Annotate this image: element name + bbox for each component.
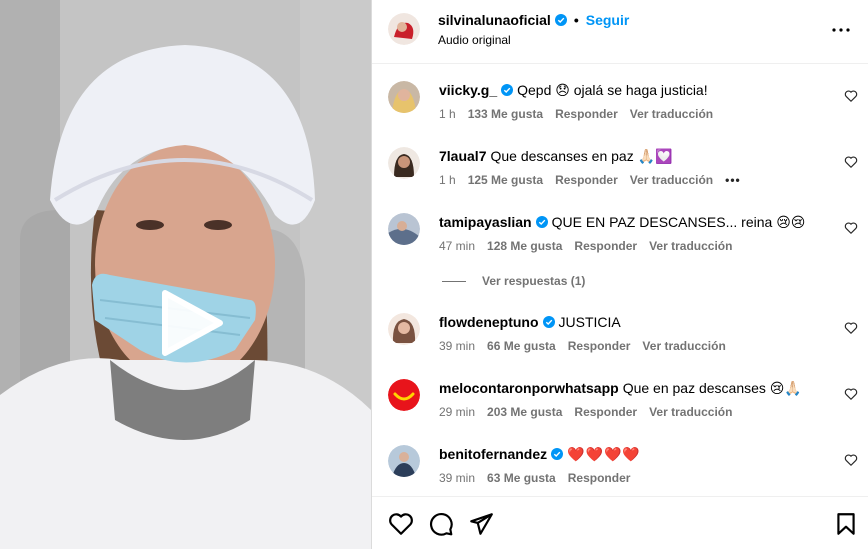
comment-likes[interactable]: 203 Me gusta (487, 405, 562, 419)
comment-meta: 39 min 66 Me gusta Responder Ver traducc… (439, 339, 726, 353)
comment-likes[interactable]: 128 Me gusta (487, 239, 562, 253)
reply-button[interactable]: Responder (574, 239, 637, 253)
comment-text: ❤️❤️❤️❤️ (567, 446, 641, 462)
avatar[interactable] (388, 13, 420, 45)
comment-text: JUSTICIA (558, 314, 621, 330)
comment-username[interactable]: benitofernandez (439, 445, 547, 463)
avatar[interactable] (388, 213, 420, 245)
separator-dot: • (573, 12, 579, 28)
heart-icon[interactable] (844, 321, 858, 335)
comment-text: QUE EN PAZ DESCANSES... reina 😢😢 (551, 214, 806, 230)
comment-time[interactable]: 1 h (439, 107, 456, 121)
heart-icon[interactable] (844, 387, 858, 401)
post-author-username[interactable]: silvinalunaoficial (438, 12, 551, 28)
verified-badge-icon (554, 14, 567, 26)
verified-badge-icon (551, 448, 564, 460)
comment-item: flowdeneptuno JUSTICIA 39 min 66 Me gust… (372, 296, 868, 356)
comment-item: viicky.g_ Qepd 😞 ojalá se haga justicia!… (372, 64, 868, 124)
comment-username[interactable]: tamipayaslian (439, 213, 532, 231)
avatar[interactable] (388, 81, 420, 113)
post-sidebar: silvinalunaoficial • Seguir Audio origin… (371, 0, 868, 549)
heart-icon[interactable] (844, 453, 858, 467)
comment-list[interactable]: viicky.g_ Qepd 😞 ojalá se haga justicia!… (372, 64, 868, 496)
replies-divider (442, 280, 466, 282)
comment-body: melocontaronporwhatsapp Que en paz desca… (439, 379, 802, 397)
comment-time[interactable]: 47 min (439, 239, 475, 253)
reply-button[interactable]: Responder (568, 471, 631, 485)
comment-body: 7laual7 Que descanses en paz 🙏🏻💟 (439, 147, 672, 165)
action-bar (372, 496, 868, 549)
comment-username[interactable]: 7laual7 (439, 147, 486, 165)
translate-button[interactable]: Ver traducción (642, 339, 725, 353)
comment-item: benitofernandez ❤️❤️❤️❤️ 39 min 63 Me gu… (372, 428, 868, 488)
verified-badge-icon (501, 84, 514, 96)
heart-icon[interactable] (844, 221, 858, 235)
comment-likes[interactable]: 66 Me gusta (487, 339, 556, 353)
comment-text: Que descanses en paz 🙏🏻💟 (490, 148, 673, 164)
comment-text: Que en paz descanses 😢🙏🏻 (622, 380, 802, 396)
more-horizontal-icon[interactable] (829, 18, 853, 42)
comment-options-button[interactable]: ••• (725, 173, 741, 187)
post-author-row: silvinalunaoficial • Seguir (438, 12, 629, 28)
reply-button[interactable]: Responder (574, 405, 637, 419)
comment-meta: 39 min 63 Me gusta Responder (439, 471, 630, 485)
comment-meta: 47 min 128 Me gusta Responder Ver traduc… (439, 239, 732, 253)
comment-body: viicky.g_ Qepd 😞 ojalá se haga justicia! (439, 81, 708, 99)
translate-button[interactable]: Ver traducción (649, 405, 732, 419)
comment-item: tamipayaslian QUE EN PAZ DESCANSES... re… (372, 196, 868, 256)
audio-label[interactable]: Audio original (438, 33, 511, 47)
heart-icon[interactable] (844, 155, 858, 169)
translate-button[interactable]: Ver traducción (630, 107, 713, 121)
comment-likes[interactable]: 133 Me gusta (468, 107, 543, 121)
bookmark-icon[interactable] (833, 511, 859, 537)
verified-badge-icon (542, 316, 555, 328)
post-header: silvinalunaoficial • Seguir Audio origin… (372, 0, 868, 64)
comment-likes[interactable]: 63 Me gusta (487, 471, 556, 485)
play-icon[interactable] (155, 288, 225, 358)
comment-time[interactable]: 39 min (439, 339, 475, 353)
view-replies-label: Ver respuestas (1) (482, 274, 586, 288)
reply-button[interactable]: Responder (555, 173, 618, 187)
comment-username[interactable]: melocontaronporwhatsapp (439, 379, 619, 397)
comment-meta: 1 h 125 Me gusta Responder Ver traducció… (439, 173, 741, 187)
heart-icon[interactable] (844, 89, 858, 103)
comment-body: tamipayaslian QUE EN PAZ DESCANSES... re… (439, 213, 805, 231)
translate-button[interactable]: Ver traducción (630, 173, 713, 187)
view-replies-button[interactable]: Ver respuestas (1) (442, 274, 585, 288)
translate-button[interactable]: Ver traducción (649, 239, 732, 253)
comment-item: melocontaronporwhatsapp Que en paz desca… (372, 362, 868, 422)
comment-meta: 29 min 203 Me gusta Responder Ver traduc… (439, 405, 732, 419)
reply-button[interactable]: Responder (568, 339, 631, 353)
avatar[interactable] (388, 445, 420, 477)
comment-time[interactable]: 1 h (439, 173, 456, 187)
comment-body: benitofernandez ❤️❤️❤️❤️ (439, 445, 641, 463)
comment-icon[interactable] (428, 511, 454, 537)
comment-meta: 1 h 133 Me gusta Responder Ver traducció… (439, 107, 713, 121)
verified-badge-icon (535, 216, 548, 228)
comment-likes[interactable]: 125 Me gusta (468, 173, 543, 187)
comment-time[interactable]: 29 min (439, 405, 475, 419)
comment-time[interactable]: 39 min (439, 471, 475, 485)
comment-text: Qepd 😞 ojalá se haga justicia! (517, 82, 708, 98)
comment-item: 7laual7 Que descanses en paz 🙏🏻💟 1 h 125… (372, 130, 868, 190)
send-icon[interactable] (468, 511, 494, 537)
avatar[interactable] (388, 147, 420, 179)
video-frame (0, 0, 371, 549)
reply-button[interactable]: Responder (555, 107, 618, 121)
follow-button[interactable]: Seguir (586, 12, 630, 28)
avatar[interactable] (388, 379, 420, 411)
comment-username[interactable]: flowdeneptuno (439, 313, 539, 331)
heart-icon[interactable] (388, 511, 414, 537)
avatar[interactable] (388, 313, 420, 345)
video-player[interactable] (0, 0, 371, 549)
comment-body: flowdeneptuno JUSTICIA (439, 313, 621, 331)
comment-username[interactable]: viicky.g_ (439, 81, 497, 99)
